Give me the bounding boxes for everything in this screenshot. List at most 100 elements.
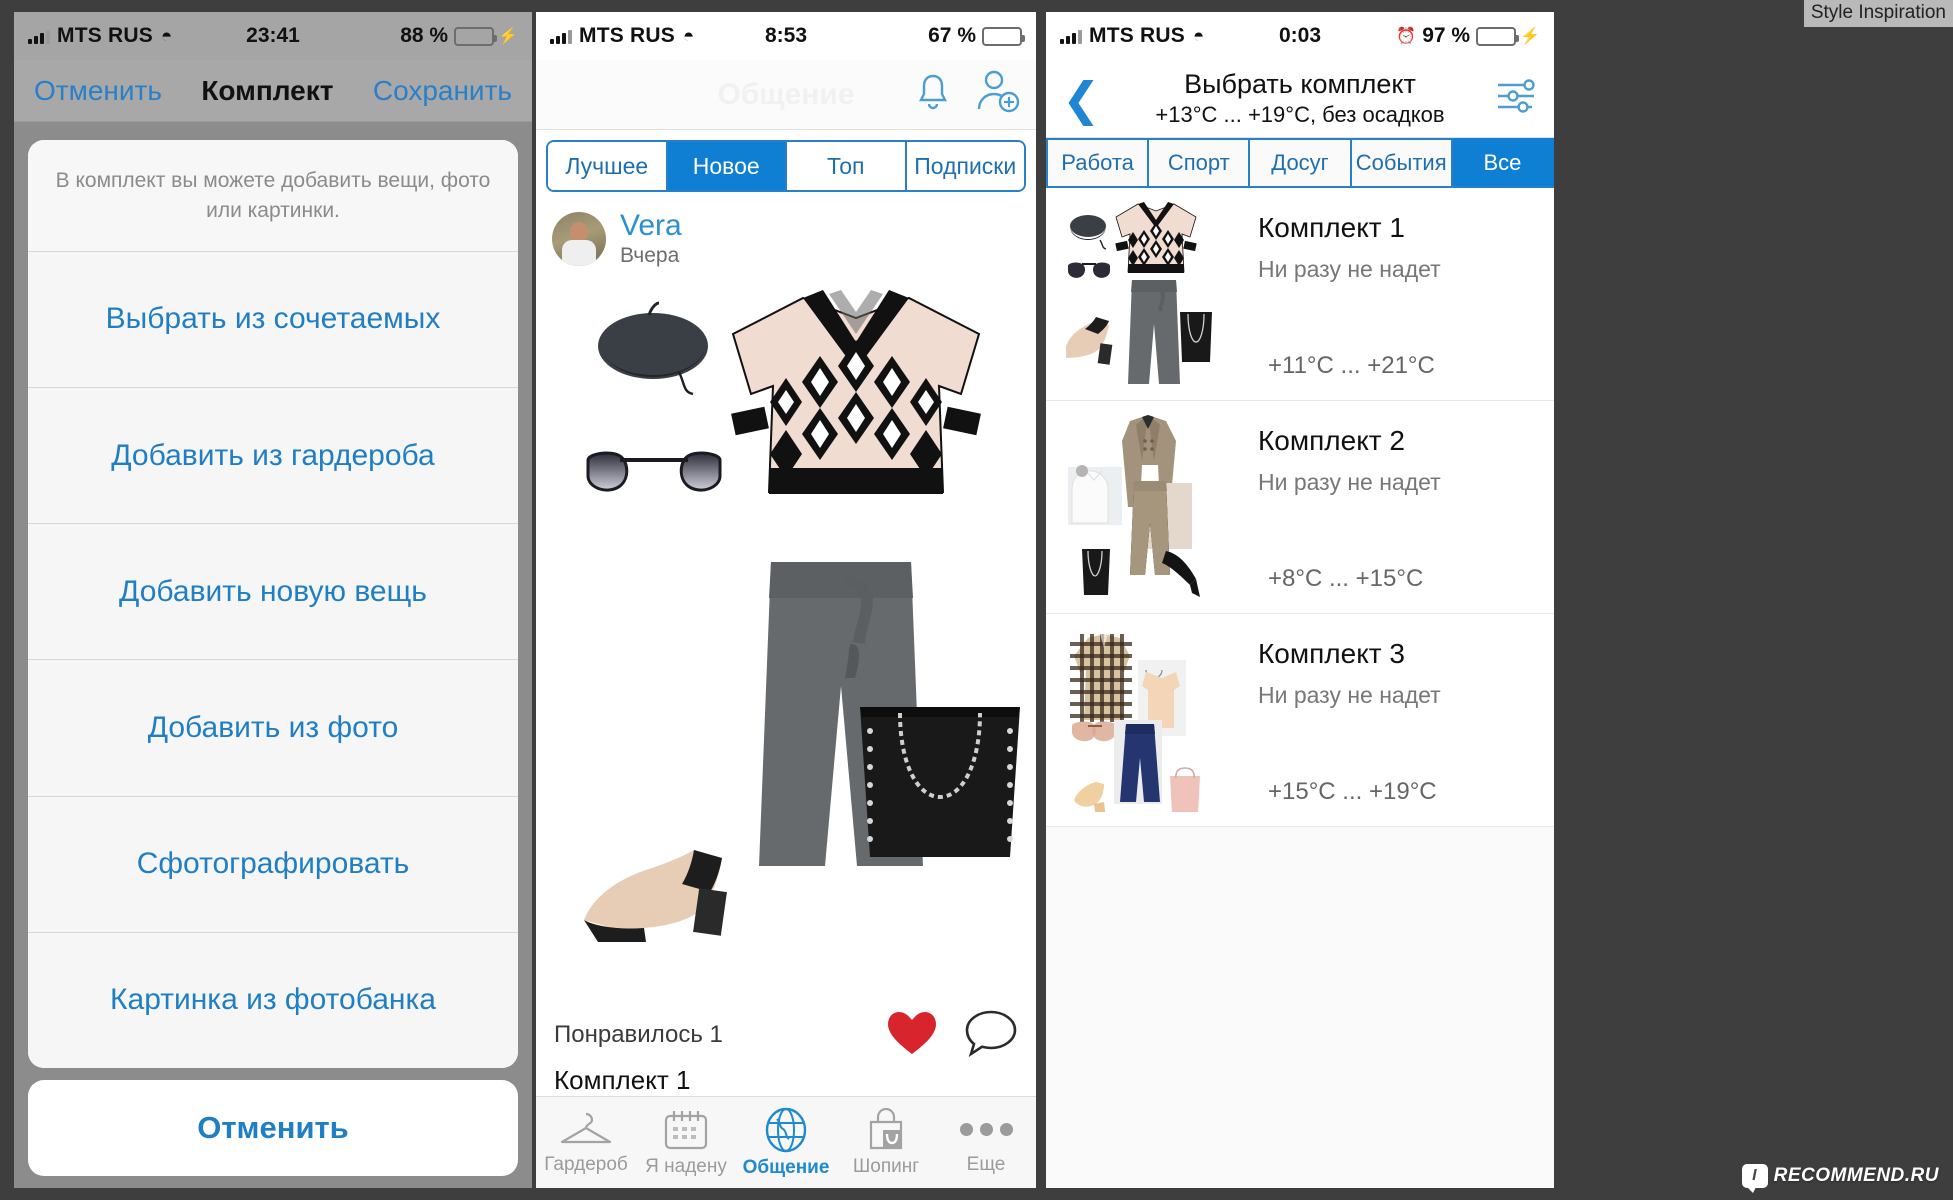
tab-best[interactable]: Лучшее <box>548 142 668 190</box>
tab-communication[interactable]: Общение <box>736 1107 836 1179</box>
status-left-2: MTS RUS ◓ <box>550 24 694 48</box>
likes-count-label: Понравилось 1 <box>554 1021 723 1048</box>
page-title: Выбрать комплект <box>1184 69 1416 99</box>
tab-i-will-wear[interactable]: Я надену <box>636 1108 736 1178</box>
post-author-block: Vera Вчера <box>620 210 682 268</box>
tab-label: Гардероб <box>544 1153 628 1175</box>
tab-shopping[interactable]: Шопинг <box>836 1107 936 1178</box>
outfit-info: Комплект 2 Ни разу не надет +8°C ... +15… <box>1216 413 1554 601</box>
watermark: I RECOMMEND.RU <box>1741 1164 1939 1193</box>
shopping-bag-icon <box>869 1107 903 1149</box>
comment-icon[interactable] <box>964 1009 1018 1062</box>
outfit-2-illustration <box>1068 415 1200 597</box>
sweater-illustration <box>731 289 981 494</box>
alarm-icon: ⏰ <box>1396 28 1417 45</box>
cancel-button[interactable]: Отменить <box>34 75 162 107</box>
signal-bars-icon <box>550 29 572 44</box>
status-left-3: MTS RUS ◓ <box>1060 24 1204 48</box>
outfit-temperature: +11°C ... +21°C <box>1268 352 1435 379</box>
page-title: Комплект <box>201 74 334 106</box>
tab-subscriptions[interactable]: Подписки <box>906 142 1024 190</box>
chevron-left-icon[interactable]: ❮ <box>1062 76 1101 122</box>
battery-icon <box>982 26 1025 46</box>
category-segmented-control: Работа Спорт Досуг События Все <box>1046 138 1554 188</box>
sheet-item-photobank-image[interactable]: Картинка из фотобанка <box>28 931 518 1068</box>
battery-percent-label: 67 % <box>928 24 976 47</box>
sheet-item-add-new-item[interactable]: Добавить новую вещь <box>28 523 518 660</box>
outfit-thumbnail-1 <box>1059 200 1216 388</box>
carrier-label: MTS RUS <box>579 24 675 47</box>
outfit-row[interactable]: Комплект 3 Ни разу не надет +15°C ... +1… <box>1046 614 1554 827</box>
ellipsis-icon <box>959 1110 1013 1150</box>
action-sheet: В комплект вы можете добавить вещи, фото… <box>28 140 518 1068</box>
signal-bars-icon <box>28 29 50 44</box>
add-user-icon[interactable] <box>974 69 1020 120</box>
bell-icon[interactable] <box>912 70 954 119</box>
pump-shoe-illustration <box>584 849 727 942</box>
tab-work[interactable]: Работа <box>1046 138 1150 186</box>
outfit-row[interactable]: Комплект 2 Ни разу не надет +8°C ... +15… <box>1046 401 1554 614</box>
phone-panel-1: MTS RUS ◓ 23:41 88 % ⚡ Отменить Комплект… <box>14 12 532 1188</box>
tab-label: Шопинг <box>852 1155 920 1177</box>
outfit-thumbnail-3 <box>1066 626 1216 820</box>
tab-top[interactable]: Топ <box>787 142 907 190</box>
signal-bars-icon <box>1060 29 1082 44</box>
tab-label: Еще <box>966 1153 1006 1175</box>
carrier-label: MTS RUS <box>57 24 153 47</box>
post-header: Vera Вчера <box>536 200 1036 274</box>
outfit-wear-status: Ни разу не надет <box>1258 682 1441 708</box>
sheet-item-add-from-wardrobe[interactable]: Добавить из гардероба <box>28 387 518 524</box>
sheet-item-add-from-photo[interactable]: Добавить из фото <box>28 659 518 796</box>
phone-panel-2: MTS RUS ◓ 8:53 67 % Общение Лучшее Новое… <box>536 12 1036 1188</box>
tab-all[interactable]: Все <box>1452 138 1554 186</box>
post-set-name: Комплект 1 <box>554 1065 691 1095</box>
tab-leisure[interactable]: Досуг <box>1250 138 1352 186</box>
outfit-wear-status: Ни разу не надет <box>1258 469 1441 495</box>
status-bar-2: MTS RUS ◓ 8:53 67 % <box>536 12 1036 60</box>
bolt-icon: ⚡ <box>498 28 518 45</box>
hanger-icon <box>560 1112 612 1143</box>
post-action-icons <box>886 1009 1018 1062</box>
navbar-title-block: Выбрать комплект +13°C ... +19°C, без ос… <box>1046 69 1554 128</box>
watermark-badge: I <box>1741 1164 1768 1193</box>
tab-events[interactable]: События <box>1351 138 1453 186</box>
status-right-1: 88 % ⚡ <box>400 24 518 48</box>
post-outfit-image[interactable] <box>536 273 1036 1001</box>
save-button[interactable]: Сохранить <box>373 75 512 107</box>
action-sheet-body: В комплект вы можете добавить вещи, фото… <box>14 122 532 1188</box>
globe-icon <box>765 1107 807 1152</box>
battery-percent-label: 88 % <box>400 24 449 47</box>
tab-new[interactable]: Новое <box>667 142 787 190</box>
tote-bag-illustration <box>860 706 1020 857</box>
tab-more[interactable]: Еще <box>936 1110 1036 1176</box>
post-timestamp: Вчера <box>620 243 680 267</box>
sheet-item-take-photo[interactable]: Сфотографировать <box>28 795 518 932</box>
sliders-icon[interactable] <box>1492 73 1538 124</box>
avatar[interactable] <box>552 211 606 266</box>
wifi-icon: ◓ <box>160 25 173 47</box>
battery-icon <box>454 26 498 46</box>
sheet-item-pick-matching[interactable]: Выбрать из сочетаемых <box>28 250 518 388</box>
heart-icon[interactable] <box>886 1010 938 1061</box>
watermark-text: RECOMMEND.RU <box>1773 1165 1939 1186</box>
tab-sport[interactable]: Спорт <box>1149 138 1251 186</box>
bottom-tab-bar: Гардероб Я надену Общение Шопинг Еще <box>536 1096 1036 1188</box>
weather-subtitle: +13°C ... +19°C, без осадков <box>1155 102 1445 127</box>
outfit-title: Комплект 2 <box>1258 425 1405 456</box>
outfit-row[interactable]: Комплект 1 Ни разу не надет +11°C ... +2… <box>1046 188 1554 401</box>
status-right-2: 67 % <box>928 24 1025 48</box>
outfit-temperature: +8°C ... +15°C <box>1268 565 1424 592</box>
tab-label: Я надену <box>645 1155 727 1177</box>
corner-label: Style Inspiration <box>1803 0 1953 27</box>
bolt-icon: ⚡ <box>1520 28 1540 45</box>
sheet-cancel-button[interactable]: Отменить <box>28 1080 518 1176</box>
outfit-3-illustration <box>1070 634 1200 820</box>
battery-percent-label: 97 % <box>1422 24 1471 47</box>
post-actions-row: Понравилось 1 <box>536 1001 1036 1063</box>
outfit-list: Комплект 1 Ни разу не надет +11°C ... +2… <box>1046 188 1554 1188</box>
phone-panel-3: MTS RUS ◓ 0:03 ⏰ 97 % ⚡ ❮ Выбрать компле… <box>1046 12 1554 1188</box>
post-author-name[interactable]: Vera <box>620 210 682 242</box>
tab-wardrobe[interactable]: Гардероб <box>536 1110 636 1176</box>
calendar-icon <box>664 1110 708 1149</box>
status-right-3: ⏰ 97 % ⚡ <box>1396 24 1540 48</box>
